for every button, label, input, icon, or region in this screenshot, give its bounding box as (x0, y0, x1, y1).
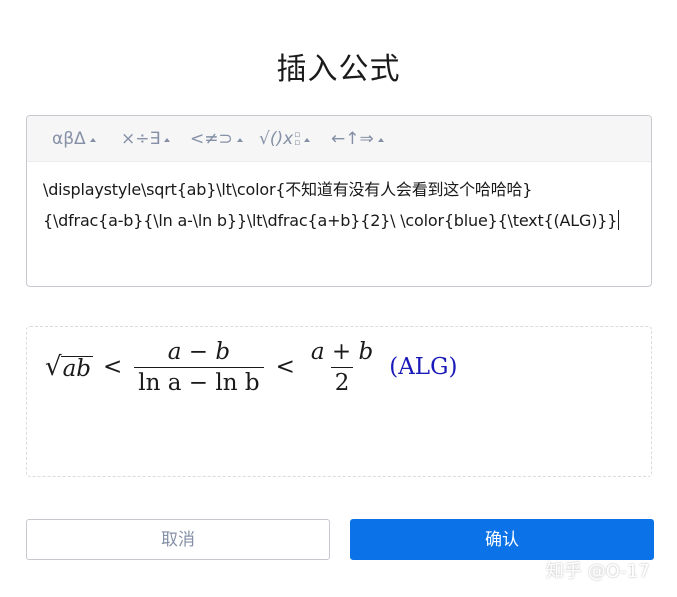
sqrt-radicand: ab (60, 356, 94, 382)
square-root: √ ab (45, 352, 94, 382)
text-cursor (618, 210, 620, 230)
latex-line: \displaystyle\sqrt{ab}\lt\color{不知道有没有人会… (43, 180, 533, 199)
formula-editor: αβΔ ×÷∃ <≠⊃ √()x ▫ ▫ ←↑⇒ \displaystyle\sqr… (26, 115, 652, 287)
fraction-denominator: ln a − ln b (134, 366, 264, 396)
greek-letters-button[interactable]: αβΔ (52, 128, 96, 150)
cancel-button[interactable]: 取消 (26, 519, 330, 560)
caret-up-icon (304, 137, 311, 142)
fraction-denominator: 2 (330, 366, 354, 396)
rendered-formula: √ ab < a − b ln a − ln b < a + b 2 (ALG) (45, 337, 457, 397)
less-than-sign: < (275, 354, 295, 380)
latex-input[interactable]: \displaystyle\sqrt{ab}\lt\color{不知道有没有人会… (43, 174, 643, 236)
fraction-numerator: a − b (164, 340, 234, 367)
denominator-text: 2 (334, 369, 350, 396)
greek-letters-icon: αβΔ (52, 129, 86, 149)
latex-line: {\dfrac{a-b}{\ln a-\ln b}}\lt\dfrac{a+b}… (43, 205, 643, 236)
arrows-button[interactable]: ←↑⇒ (331, 128, 384, 150)
operators-button[interactable]: ×÷∃ (121, 128, 171, 150)
caret-up-icon (164, 137, 171, 142)
caret-up-icon (236, 137, 243, 142)
dialog-title: 插入公式 (276, 52, 401, 87)
fraction-arithmetic-mean: a + b 2 (307, 340, 377, 395)
latex-line-text: {\dfrac{a-b}{\ln a-\ln b}}\lt\dfrac{a+b}… (43, 211, 618, 230)
sqrt-radicand-text: ab (62, 356, 92, 382)
superscript-subscript-icon: ▫ ▫ (294, 130, 301, 148)
arrows-icon: ←↑⇒ (331, 129, 374, 149)
functions-button[interactable]: √()x ▫ ▫ (259, 128, 311, 150)
numerator-text: a − b (167, 338, 231, 365)
functions-icon: √()x (259, 129, 294, 149)
numerator-text: a + b (310, 338, 374, 365)
fraction-log-mean: a − b ln a − ln b (134, 340, 264, 396)
fraction-numerator: a + b (307, 340, 377, 367)
confirm-button[interactable]: 确认 (350, 519, 654, 560)
formula-preview: √ ab < a − b ln a − ln b < a + b 2 (ALG) (26, 326, 652, 477)
radical-sign-icon: √ (45, 352, 62, 382)
caret-up-icon (377, 137, 384, 142)
watermark: 知乎 @O-17 (546, 561, 650, 582)
relations-button[interactable]: <≠⊃ (190, 128, 243, 150)
less-than-sign: < (103, 354, 123, 380)
colored-label: (ALG) (389, 354, 458, 380)
symbol-toolbar: αβΔ ×÷∃ <≠⊃ √()x ▫ ▫ ←↑⇒ (27, 116, 651, 162)
relations-icon: <≠⊃ (190, 129, 233, 149)
operators-icon: ×÷∃ (121, 129, 161, 149)
denominator-text: ln a − ln b (138, 369, 260, 396)
caret-up-icon (89, 137, 96, 142)
